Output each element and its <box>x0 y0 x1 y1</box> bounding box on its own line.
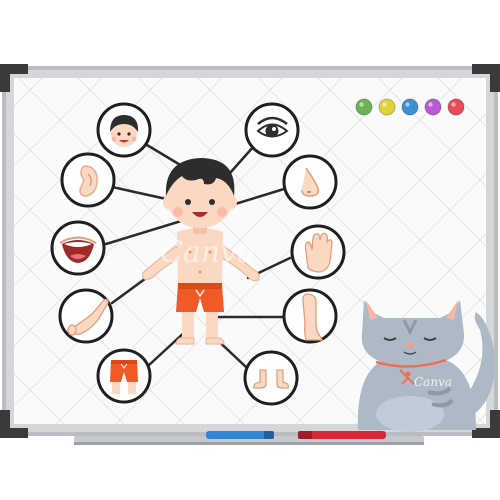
feet-circle[interactable] <box>243 350 299 406</box>
watermark-main: Canva <box>160 235 255 270</box>
red-marker[interactable] <box>298 431 386 439</box>
whiteboard-scene: Canva Canva <box>0 64 500 445</box>
green-magnet[interactable] <box>355 98 373 116</box>
yellow-magnet-highlight <box>382 102 387 107</box>
blue-magnet-highlight <box>405 102 410 107</box>
boy-right-leg <box>206 312 218 338</box>
green-magnet-highlight <box>359 102 364 107</box>
boy-left-leg <box>182 312 194 338</box>
purple-magnet-highlight <box>428 102 433 107</box>
blue-magnet[interactable] <box>401 98 419 116</box>
blue-marker[interactable] <box>206 431 274 439</box>
watermark-small: Canva <box>414 375 452 389</box>
red-magnet-highlight <box>451 102 456 107</box>
head-icon <box>110 115 139 147</box>
red-magnet[interactable] <box>447 98 465 116</box>
yellow-magnet[interactable] <box>378 98 396 116</box>
purple-magnet[interactable] <box>424 98 442 116</box>
arm-circle[interactable] <box>58 288 114 344</box>
hips-circle[interactable] <box>96 348 152 404</box>
